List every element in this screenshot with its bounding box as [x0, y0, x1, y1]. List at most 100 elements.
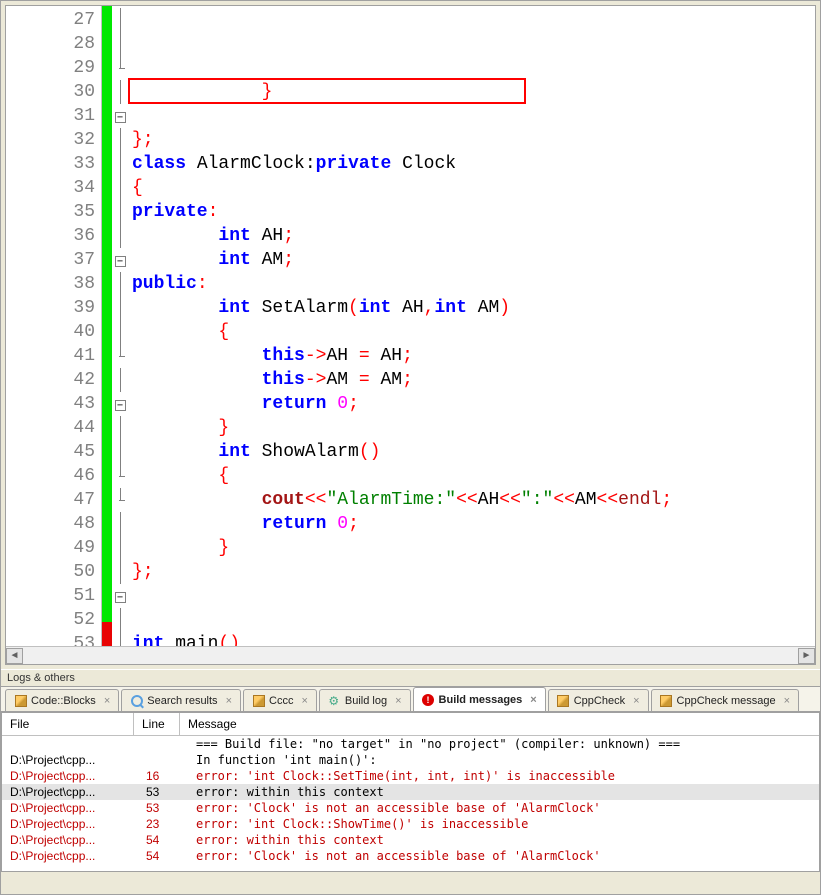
fold-marker[interactable] [112, 560, 128, 584]
message-row[interactable]: === Build file: "no target" in "no proje… [2, 736, 819, 752]
line-number[interactable]: 31 [6, 104, 95, 128]
code-lines[interactable]: } };class AlarmClock:private Clock{priva… [128, 6, 815, 646]
close-icon[interactable]: × [104, 695, 110, 707]
line-number[interactable]: 27 [6, 8, 95, 32]
code-line[interactable]: }; [132, 560, 815, 584]
fold-marker[interactable] [112, 152, 128, 176]
close-icon[interactable]: × [226, 695, 232, 707]
fold-marker[interactable] [112, 200, 128, 224]
fold-marker[interactable] [112, 32, 128, 56]
line-number[interactable]: 34 [6, 176, 95, 200]
line-number[interactable]: 42 [6, 368, 95, 392]
code-line[interactable] [132, 104, 815, 128]
fold-marker[interactable] [112, 632, 128, 646]
message-row[interactable]: D:\Project\cpp...53error: within this co… [2, 784, 819, 800]
tab-cppcheck[interactable]: CppCheck× [548, 689, 649, 711]
message-row[interactable]: D:\Project\cpp...In function 'int main()… [2, 752, 819, 768]
fold-marker[interactable] [112, 224, 128, 248]
fold-marker[interactable]: − [112, 584, 128, 608]
message-row[interactable]: D:\Project\cpp...16error: 'int Clock::Se… [2, 768, 819, 784]
message-row[interactable]: D:\Project\cpp...54error: 'Clock' is not… [2, 848, 819, 864]
fold-marker[interactable] [112, 320, 128, 344]
message-row[interactable]: D:\Project\cpp...54error: within this co… [2, 832, 819, 848]
fold-marker[interactable]: − [112, 392, 128, 416]
fold-marker[interactable] [112, 128, 128, 152]
line-number[interactable]: 49 [6, 536, 95, 560]
line-number-gutter[interactable]: 2728293031323334353637383940414243444546… [6, 6, 102, 646]
code-line[interactable]: }; [132, 128, 815, 152]
fold-marker[interactable] [112, 56, 128, 80]
fold-marker[interactable] [112, 488, 128, 512]
fold-marker[interactable] [112, 368, 128, 392]
code-line[interactable]: int SetAlarm(int AH,int AM) [132, 296, 815, 320]
code-line[interactable]: int AH; [132, 224, 815, 248]
close-icon[interactable]: × [633, 695, 639, 707]
col-line[interactable]: Line [134, 713, 180, 735]
line-number[interactable]: 43 [6, 392, 95, 416]
code-area[interactable]: 2728293031323334353637383940414243444546… [6, 6, 815, 646]
code-line[interactable] [132, 608, 815, 632]
fold-marker[interactable] [112, 344, 128, 368]
close-icon[interactable]: × [395, 695, 401, 707]
code-line[interactable]: { [132, 320, 815, 344]
code-line[interactable]: { [132, 464, 815, 488]
line-number[interactable]: 39 [6, 296, 95, 320]
code-line[interactable]: return 0; [132, 512, 815, 536]
line-number[interactable]: 52 [6, 608, 95, 632]
code-line[interactable] [132, 584, 815, 608]
col-file[interactable]: File [2, 713, 134, 735]
line-number[interactable]: 37 [6, 248, 95, 272]
line-number[interactable]: 41 [6, 344, 95, 368]
fold-marker[interactable] [112, 296, 128, 320]
code-line[interactable]: private: [132, 200, 815, 224]
code-line[interactable]: return 0; [132, 392, 815, 416]
line-number[interactable]: 46 [6, 464, 95, 488]
tab-build-log[interactable]: ⚙Build log× [319, 689, 411, 711]
line-number[interactable]: 29 [6, 56, 95, 80]
fold-marker[interactable] [112, 416, 128, 440]
scroll-right-icon[interactable]: ► [798, 648, 815, 664]
code-line[interactable]: cout<<"AlarmTime:"<<AH<<":"<<AM<<endl; [132, 488, 815, 512]
col-message[interactable]: Message [180, 713, 819, 735]
fold-marker[interactable] [112, 176, 128, 200]
fold-marker[interactable] [112, 272, 128, 296]
line-number[interactable]: 28 [6, 32, 95, 56]
code-line[interactable]: } [132, 416, 815, 440]
line-number[interactable]: 36 [6, 224, 95, 248]
tab-build-messages[interactable]: !Build messages× [413, 687, 546, 711]
code-line[interactable]: { [132, 176, 815, 200]
line-number[interactable]: 47 [6, 488, 95, 512]
message-row[interactable]: D:\Project\cpp...23error: 'int Clock::Sh… [2, 816, 819, 832]
fold-marker[interactable]: − [112, 248, 128, 272]
code-line[interactable]: int ShowAlarm() [132, 440, 815, 464]
fold-marker[interactable]: − [112, 104, 128, 128]
scroll-track[interactable] [23, 648, 798, 664]
line-number[interactable]: 40 [6, 320, 95, 344]
tab-cccc[interactable]: Cccc× [243, 689, 317, 711]
code-line[interactable]: this->AH = AH; [132, 344, 815, 368]
code-line[interactable]: int AM; [132, 248, 815, 272]
fold-marker[interactable] [112, 80, 128, 104]
line-number[interactable]: 32 [6, 128, 95, 152]
fold-marker[interactable] [112, 464, 128, 488]
tab-cppcheck-message[interactable]: CppCheck message× [651, 689, 800, 711]
line-number[interactable]: 48 [6, 512, 95, 536]
close-icon[interactable]: × [530, 694, 536, 706]
fold-marker[interactable] [112, 8, 128, 32]
line-number[interactable]: 53 [6, 632, 95, 646]
line-number[interactable]: 35 [6, 200, 95, 224]
line-number[interactable]: 51 [6, 584, 95, 608]
scroll-left-icon[interactable]: ◄ [6, 648, 23, 664]
line-number[interactable]: 44 [6, 416, 95, 440]
line-number[interactable]: 38 [6, 272, 95, 296]
fold-marker[interactable] [112, 536, 128, 560]
fold-marker[interactable] [112, 440, 128, 464]
message-row[interactable]: D:\Project\cpp...53error: 'Clock' is not… [2, 800, 819, 816]
code-line[interactable]: } [132, 536, 815, 560]
code-line[interactable]: this->AM = AM; [132, 368, 815, 392]
line-number[interactable]: 45 [6, 440, 95, 464]
code-line[interactable]: public: [132, 272, 815, 296]
fold-marker[interactable] [112, 608, 128, 632]
line-number[interactable]: 33 [6, 152, 95, 176]
horizontal-scrollbar[interactable]: ◄ ► [6, 646, 815, 664]
